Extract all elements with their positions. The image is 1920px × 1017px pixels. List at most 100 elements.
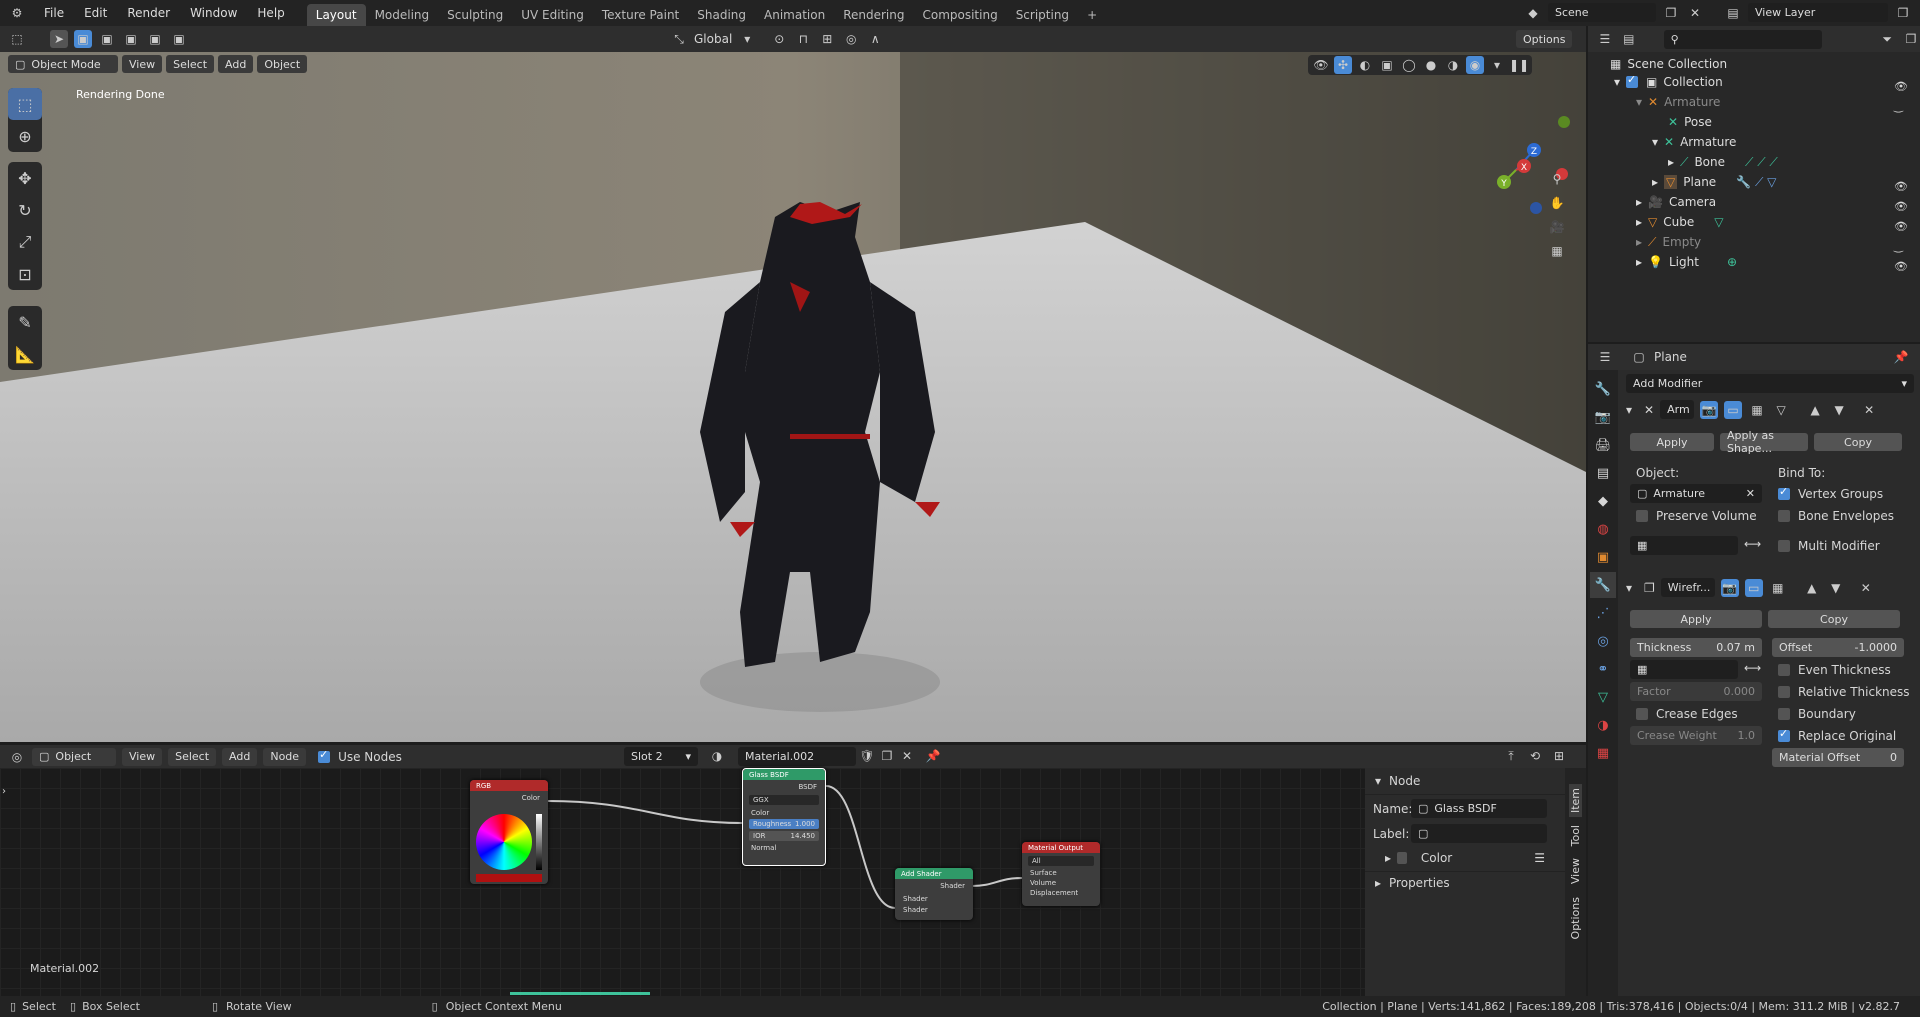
rendered-shading-icon[interactable]: ◉ [1466, 56, 1484, 74]
menu-select[interactable]: Select [168, 747, 217, 766]
camera-view-icon[interactable]: 🎥 [1548, 218, 1566, 236]
checkbox[interactable] [1778, 510, 1790, 522]
viewport-toggle-icon[interactable]: ▭ [1724, 400, 1743, 419]
falloff-icon[interactable]: ∧ [866, 30, 884, 48]
tab-rendering[interactable]: Rendering [834, 4, 913, 26]
preserve-volume-checkbox[interactable]: Preserve Volume [1636, 509, 1757, 523]
expand-arrow-icon[interactable]: ▸ [1636, 195, 1642, 209]
outliner-armature[interactable]: ▾ ✕ Armature [1636, 92, 1720, 112]
factor-field[interactable]: Factor 0.000 [1630, 682, 1762, 701]
outliner-collection[interactable]: ▾ ▣ Collection [1614, 72, 1723, 92]
particles-tab-icon[interactable]: ⋰ [1590, 600, 1616, 626]
shading-options-icon[interactable]: ▾ [1488, 56, 1506, 74]
material-output-node[interactable]: Material Output All Surface Volume Displ… [1022, 842, 1100, 906]
editmode-toggle-icon[interactable]: ▦ [1748, 401, 1766, 419]
add-workspace-button[interactable]: + [1078, 4, 1106, 26]
apply-as-shape-button[interactable]: Apply as Shape... [1720, 429, 1808, 455]
modifier-name-field[interactable]: Wirefr... [1660, 578, 1715, 597]
list-icon[interactable]: ☰ [1534, 851, 1545, 865]
parent-node-tree-icon[interactable]: ⤒ [1502, 747, 1520, 765]
outliner-light[interactable]: ▸ 💡 Light ⊕ [1636, 252, 1737, 272]
tab-compositing[interactable]: Compositing [913, 4, 1006, 26]
view-layer-icon[interactable]: ▤ [1724, 4, 1742, 22]
cursor-tool-icon[interactable]: ⊕ [8, 120, 42, 152]
visibility-icon[interactable]: 👁 [1312, 56, 1330, 74]
editor-type-icon[interactable]: ⬚ [8, 30, 26, 48]
glass-bsdf-node[interactable]: Glass BSDF BSDF GGX Color Roughness 1.000… [742, 768, 826, 866]
orientation-value[interactable]: Global [694, 32, 732, 46]
select-mode-extend-icon[interactable]: ▣ [98, 30, 116, 48]
view-layer-tab-icon[interactable]: ▤ [1590, 460, 1616, 486]
object-tab-icon[interactable]: ▣ [1590, 544, 1616, 570]
expand-arrow-icon[interactable]: ▸ [1636, 235, 1642, 249]
node-panel-header[interactable]: ▾ Node [1365, 768, 1565, 795]
clear-icon[interactable]: ✕ [1746, 487, 1755, 500]
eye-closed-icon[interactable]: ‿ [1894, 240, 1908, 254]
outliner-camera[interactable]: ▸ 🎥 Camera [1636, 192, 1716, 212]
toolbar-expand-icon[interactable]: › [2, 786, 6, 797]
select-box-tool-icon[interactable]: ⬚ [8, 88, 42, 120]
offset-field[interactable]: Offset -1.0000 [1772, 638, 1904, 657]
select-mode-invert-icon[interactable]: ▣ [146, 30, 164, 48]
node-name-field[interactable]: ▢ Glass BSDF [1411, 799, 1547, 818]
copy-button[interactable]: Copy [1814, 433, 1902, 451]
armature-object-field[interactable]: ▢ Armature ✕ [1630, 484, 1762, 503]
chevron-down-icon[interactable]: ▾ [738, 30, 756, 48]
tab-animation[interactable]: Animation [755, 4, 834, 26]
outliner-scene-collection[interactable]: ▦ Scene Collection [1610, 54, 1727, 74]
expand-arrow-icon[interactable]: ▸ [1652, 175, 1658, 189]
pause-render-icon[interactable]: ❚❚ [1509, 56, 1529, 74]
remove-modifier-icon[interactable]: ✕ [1860, 401, 1878, 419]
texture-tab-icon[interactable]: ▦ [1590, 740, 1616, 766]
eye-icon[interactable]: 👁 [1894, 80, 1908, 94]
checkbox[interactable] [1778, 540, 1790, 552]
menu-file[interactable]: File [34, 6, 74, 20]
move-down-icon[interactable]: ▼ [1830, 401, 1848, 419]
world-tab-icon[interactable]: ◍ [1590, 516, 1616, 542]
sidebar-tab-item[interactable]: Item [1569, 784, 1582, 818]
relative-thickness-checkbox[interactable]: Relative Thickness [1778, 685, 1910, 699]
ior-field[interactable]: IOR 14.450 [749, 831, 819, 841]
editmode-toggle-icon[interactable]: ▦ [1769, 579, 1787, 597]
eye-icon[interactable]: 👁 [1894, 200, 1908, 214]
move-up-icon[interactable]: ▲ [1806, 401, 1824, 419]
tab-texture-paint[interactable]: Texture Paint [593, 4, 688, 26]
vertex-groups-checkbox[interactable]: Vertex Groups [1778, 485, 1883, 501]
menu-object[interactable]: Object [257, 55, 308, 73]
sidebar-tab-tool[interactable]: Tool [1569, 821, 1582, 850]
color-wheel[interactable] [476, 814, 532, 870]
snap-target-icon[interactable]: ⊞ [818, 30, 836, 48]
node-label-field[interactable]: ▢ [1411, 824, 1547, 843]
render-toggle-icon[interactable]: 📷 [1700, 400, 1719, 419]
select-mode-intersect-icon[interactable]: ▣ [170, 30, 188, 48]
delete-scene-icon[interactable]: ✕ [1686, 4, 1704, 22]
measure-tool-icon[interactable]: 📐 [8, 338, 42, 370]
checkbox[interactable] [1778, 664, 1790, 676]
select-mode-subtract-icon[interactable]: ▣ [122, 30, 140, 48]
tab-sculpting[interactable]: Sculpting [438, 4, 512, 26]
even-thickness-checkbox[interactable]: Even Thickness [1778, 663, 1891, 677]
color-subpanel[interactable]: ▸ Color ☰ [1365, 845, 1565, 871]
apply-button[interactable]: Apply [1630, 433, 1714, 451]
expand-arrow-icon[interactable]: ▸ [1636, 215, 1642, 229]
wireframe-shading-icon[interactable]: ◯ [1400, 56, 1418, 74]
menu-add[interactable]: Add [222, 747, 258, 766]
pin-icon[interactable]: 📌 [1892, 348, 1910, 366]
tab-uv-editing[interactable]: UV Editing [512, 4, 593, 26]
tab-shading[interactable]: Shading [688, 4, 755, 26]
pin-icon[interactable]: 📌 [924, 747, 942, 765]
rotate-tool-icon[interactable]: ↻ [8, 194, 42, 226]
expand-arrow-icon[interactable]: ▸ [1668, 155, 1674, 169]
replace-original-checkbox[interactable]: Replace Original [1778, 727, 1896, 743]
expand-arrow-icon[interactable]: ▸ [1636, 255, 1642, 269]
gizmo-toggle-icon[interactable]: ✣ [1334, 56, 1352, 74]
collection-checkbox[interactable] [1626, 73, 1639, 88]
overlay-icon[interactable]: ◐ [1356, 56, 1374, 74]
move-down-icon[interactable]: ▼ [1827, 579, 1845, 597]
checkbox[interactable] [1778, 686, 1790, 698]
expand-arrow-icon[interactable]: ▾ [1636, 95, 1642, 109]
new-collection-icon[interactable]: ❐ [1902, 30, 1920, 48]
checkbox[interactable] [1636, 708, 1648, 720]
physics-tab-icon[interactable]: ◎ [1590, 628, 1616, 654]
rgb-node[interactable]: RGB Color [470, 780, 548, 884]
